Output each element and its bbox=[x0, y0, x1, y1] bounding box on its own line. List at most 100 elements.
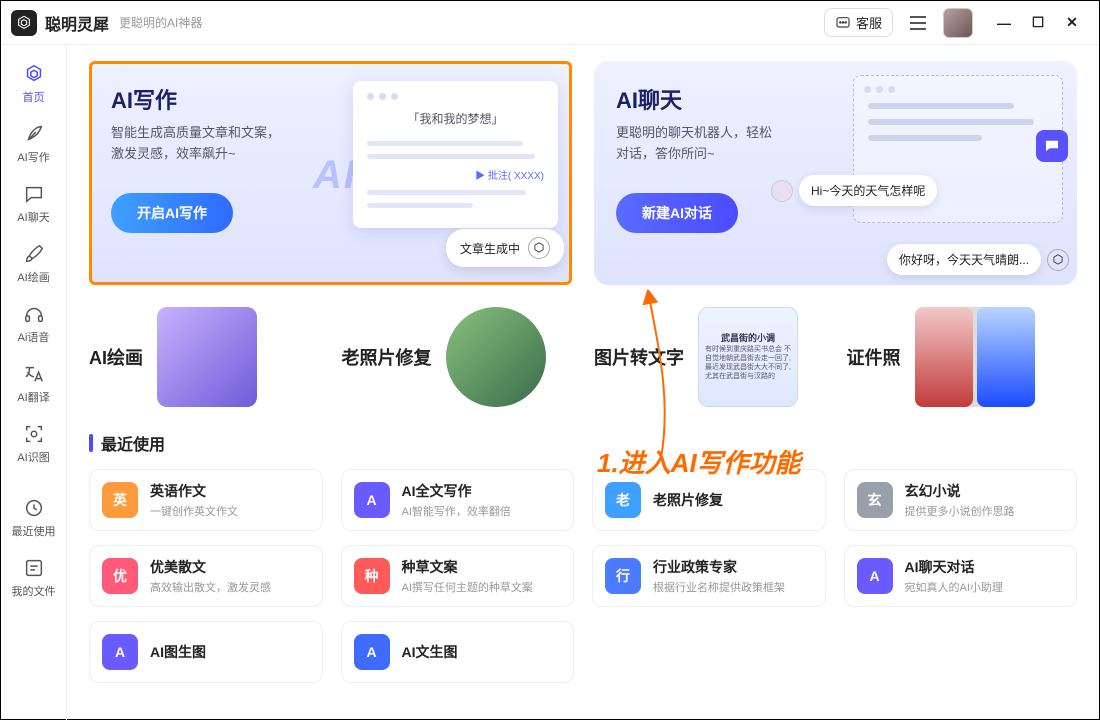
window-controls: — ☐ ✕ bbox=[987, 8, 1089, 38]
recent-subtitle: 根据行业名称提供政策框架 bbox=[653, 579, 785, 595]
start-writing-button[interactable]: 开启AI写作 bbox=[111, 193, 233, 233]
hex-icon bbox=[1047, 249, 1069, 271]
recent-card[interactable]: 种 种草文案 AI撰写任何主题的种草文案 bbox=[341, 545, 575, 607]
recent-card[interactable]: 英 英语作文一键创作英文作文 bbox=[89, 469, 323, 531]
recent-icon: 种 bbox=[354, 558, 390, 594]
sidebar-item-recent[interactable]: 最近使用 bbox=[1, 487, 67, 547]
chat-bubble-incoming: Hi~今天的天气怎样呢 bbox=[771, 175, 937, 206]
preview-caption: 「我和我的梦想」 bbox=[367, 110, 544, 127]
recent-icon: A bbox=[354, 482, 390, 518]
ocr-thumbnail: 武昌街的小调 有时候到重庆路买书总会 不自觉地朝武昌街去走一回了,最近发现武昌街… bbox=[698, 307, 798, 407]
sidebar-item-label: 最近使用 bbox=[12, 523, 56, 539]
preview-annotation: ▶ 批注( XXXX) bbox=[367, 167, 544, 182]
minimize-button[interactable]: — bbox=[987, 8, 1021, 38]
recent-heading: 最近使用 bbox=[89, 431, 1077, 455]
recent-card[interactable]: A AI文生图 bbox=[341, 621, 575, 683]
sidebar-item-files[interactable]: 我的文件 bbox=[1, 547, 67, 607]
recent-card[interactable]: 行 行业政策专家根据行业名称提供政策框架 bbox=[592, 545, 826, 607]
sidebar-item-home[interactable]: 首页 bbox=[1, 53, 67, 113]
recent-title: 老照片修复 bbox=[653, 490, 723, 510]
brush-icon bbox=[22, 242, 46, 266]
recent-title: 行业政策专家 bbox=[653, 557, 785, 577]
recent-subtitle: 提供更多小说创作思路 bbox=[905, 503, 1015, 519]
sidebar-item-writing[interactable]: AI写作 bbox=[1, 113, 67, 173]
recent-subtitle: AI智能写作，效率翻倍 bbox=[402, 503, 511, 519]
hero-chat-desc: 更聪明的聊天机器人，轻松对话，答你所问~ bbox=[616, 123, 826, 165]
recent-title: 英语作文 bbox=[150, 481, 238, 501]
hex-icon bbox=[528, 237, 550, 259]
recent-subtitle: 高效输出散文，激发灵感 bbox=[150, 579, 271, 595]
sidebar-item-scan[interactable]: AI识图 bbox=[1, 413, 67, 473]
close-button[interactable]: ✕ bbox=[1055, 8, 1089, 38]
maximize-button[interactable]: ☐ bbox=[1021, 8, 1055, 38]
sidebar-item-chat[interactable]: AI聊天 bbox=[1, 173, 67, 233]
sidebar-item-label: AI聊天 bbox=[17, 209, 49, 225]
hero-card-chat[interactable]: AI聊天 更聪明的聊天机器人，轻松对话，答你所问~ 新建AI对话 bbox=[594, 61, 1077, 285]
chat-bubble-outgoing: 你好呀，今天天气晴朗... bbox=[887, 244, 1069, 275]
folder-icon bbox=[22, 556, 46, 580]
feature-photo-restore[interactable]: 老照片修复 bbox=[342, 307, 573, 407]
headphones-icon bbox=[22, 302, 46, 326]
support-label: 客服 bbox=[856, 13, 882, 32]
user-avatar[interactable] bbox=[943, 8, 973, 38]
recent-icon: A bbox=[354, 634, 390, 670]
recent-icon: 英 bbox=[102, 482, 138, 518]
recent-icon: 玄 bbox=[857, 482, 893, 518]
sidebar-item-label: AI写作 bbox=[17, 149, 49, 165]
recent-icon: A bbox=[857, 558, 893, 594]
new-chat-button[interactable]: 新建AI对话 bbox=[616, 193, 738, 233]
feather-icon bbox=[22, 122, 46, 146]
recent-title: AI文生图 bbox=[402, 642, 458, 662]
recent-card[interactable]: A AI图生图 bbox=[89, 621, 323, 683]
paint-thumbnail bbox=[157, 307, 257, 407]
sidebar-item-label: 我的文件 bbox=[12, 583, 56, 599]
writing-preview: AI 「我和我的梦想」 ▶ 批注( XXXX) 文章生成中 bbox=[313, 81, 558, 261]
support-button[interactable]: 客服 bbox=[824, 8, 893, 37]
chat-fab-icon bbox=[1036, 130, 1068, 162]
recent-icon: 优 bbox=[102, 558, 138, 594]
sidebar-item-voice[interactable]: Ai语音 bbox=[1, 293, 67, 353]
recent-title: 优美散文 bbox=[150, 557, 271, 577]
recent-card[interactable]: A AI聊天对话宛如真人的AI小助理 bbox=[844, 545, 1078, 607]
sidebar-item-translate[interactable]: AI翻译 bbox=[1, 353, 67, 413]
recent-icon: 老 bbox=[605, 482, 641, 518]
recent-icon: 行 bbox=[605, 558, 641, 594]
recent-subtitle: AI撰写任何主题的种草文案 bbox=[402, 579, 533, 595]
app-subtitle: 更聪明的AI神器 bbox=[119, 14, 202, 31]
sidebar-item-label: AI识图 bbox=[17, 449, 49, 465]
recent-subtitle: 宛如真人的AI小助理 bbox=[905, 579, 1003, 595]
sidebar: 首页 AI写作 AI聊天 AI绘画 Ai语音 AI翻译 AI识图 最 bbox=[1, 45, 67, 720]
main-content: AI写作 智能生成高质量文章和文案，激发灵感，效率飙升~ 开启AI写作 AI 「… bbox=[67, 45, 1099, 720]
sidebar-item-label: 首页 bbox=[23, 89, 45, 105]
recent-icon: A bbox=[102, 634, 138, 670]
sidebar-item-label: AI翻译 bbox=[17, 389, 49, 405]
feature-paint[interactable]: AI绘画 bbox=[89, 307, 320, 407]
chat-icon bbox=[22, 182, 46, 206]
recent-title: AI图生图 bbox=[150, 642, 206, 662]
chat-preview: Hi~今天的天气怎样呢 你好呀，今天天气晴朗... bbox=[813, 75, 1063, 271]
hex-icon bbox=[22, 62, 46, 86]
recent-title: 玄幻小说 bbox=[905, 481, 1015, 501]
hero-card-writing[interactable]: AI写作 智能生成高质量文章和文案，激发灵感，效率飙升~ 开启AI写作 AI 「… bbox=[89, 61, 572, 285]
sidebar-item-label: AI绘画 bbox=[17, 269, 49, 285]
recent-title: 种草文案 bbox=[402, 557, 533, 577]
photo-thumbnail bbox=[446, 307, 546, 407]
feature-id-photo[interactable]: 证件照 bbox=[847, 307, 1078, 407]
ai-badge: AI bbox=[313, 153, 357, 198]
recent-card[interactable]: 优 优美散文高效输出散文，激发灵感 bbox=[89, 545, 323, 607]
recent-card[interactable]: A AI全文写作 AI智能写作，效率翻倍 bbox=[341, 469, 575, 531]
app-title: 聪明灵犀 bbox=[45, 11, 109, 35]
sidebar-item-paint[interactable]: AI绘画 bbox=[1, 233, 67, 293]
menu-button[interactable] bbox=[903, 8, 933, 38]
app-logo bbox=[11, 10, 37, 36]
recent-subtitle: 一键创作英文作文 bbox=[150, 503, 238, 519]
id-thumbnail bbox=[915, 307, 1035, 407]
recent-card[interactable]: 老 老照片修复 bbox=[592, 469, 826, 531]
avatar-icon bbox=[771, 180, 793, 202]
feature-row: AI绘画 老照片修复 图片转文字 武昌街的小调 有时候到重庆路买书总会 不自觉地… bbox=[89, 307, 1077, 407]
feature-ocr[interactable]: 图片转文字 武昌街的小调 有时候到重庆路买书总会 不自觉地朝武昌街去走一回了,最… bbox=[594, 307, 825, 407]
recent-title: AI聊天对话 bbox=[905, 557, 1003, 577]
scan-icon bbox=[22, 422, 46, 446]
recent-title: AI全文写作 bbox=[402, 481, 511, 501]
recent-card[interactable]: 玄 玄幻小说提供更多小说创作思路 bbox=[844, 469, 1078, 531]
